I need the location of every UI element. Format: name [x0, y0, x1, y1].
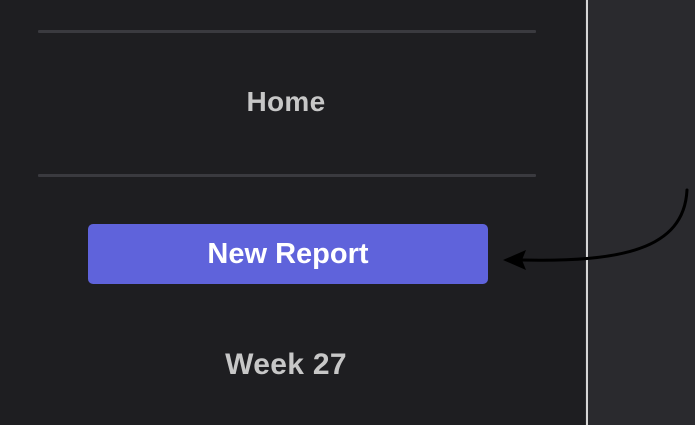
sidebar: Home New Report Week 27: [0, 0, 585, 425]
sidebar-divider-middle: [38, 174, 536, 177]
main-panel: [588, 0, 695, 425]
sidebar-divider-top: [38, 30, 536, 33]
sidebar-item-week[interactable]: Week 27: [0, 348, 572, 382]
app-window: Home New Report Week 27: [0, 0, 695, 425]
sidebar-item-home[interactable]: Home: [0, 86, 572, 118]
new-report-button[interactable]: New Report: [88, 224, 488, 284]
